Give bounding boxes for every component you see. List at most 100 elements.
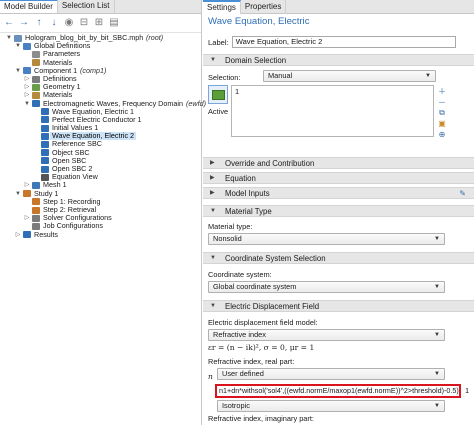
label-field[interactable]: Wave Equation, Electric 2 [231, 36, 456, 48]
chevron-down-icon: ▼ [425, 73, 431, 79]
section-coordinate-system[interactable]: ▼ Coordinate System Selection [203, 252, 474, 264]
move-down-icon[interactable]: ↓ [49, 18, 59, 28]
active-toggle-button[interactable] [208, 85, 228, 104]
left-tabbar: Model Builder Selection List [0, 0, 201, 14]
collapsed-toggle-icon[interactable]: ▷ [23, 214, 31, 222]
tree-item[interactable]: Perfect Electric Conductor 1 [0, 115, 201, 124]
boundary-icon [41, 141, 49, 149]
physics-icon [32, 100, 40, 108]
chevron-down-icon: ▼ [434, 284, 440, 290]
section-equation[interactable]: ▶ Equation [203, 172, 474, 184]
chevron-down-icon: ▼ [434, 371, 440, 377]
study-icon [23, 190, 31, 198]
collapsed-toggle-icon[interactable]: ▷ [23, 181, 31, 189]
coordinate-system-dropdown[interactable]: Global coordinate system ▼ [208, 281, 445, 293]
wave-equation-icon [41, 132, 49, 140]
tree-item[interactable]: Equation View [0, 172, 201, 181]
tree-item[interactable]: Object SBC [0, 148, 201, 157]
section-electric-displacement[interactable]: ▼ Electric Displacement Field [203, 300, 474, 312]
tree-item[interactable]: ▼ Hologram_blog_bit_by_bit_SBC.mph (root) [0, 33, 201, 42]
move-up-icon[interactable]: ↑ [34, 18, 44, 28]
expanded-toggle-icon[interactable]: ▼ [14, 42, 22, 50]
settings-pane: Settings Properties Wave Equation, Elect… [203, 0, 474, 425]
copy-selection-icon[interactable]: ⧉ [437, 108, 447, 118]
refractive-index-unit: 1 [465, 386, 470, 395]
step-icon [32, 206, 40, 214]
expanded-toggle-icon[interactable]: ▼ [5, 34, 13, 42]
collapse-all-icon[interactable]: ⊟ [79, 18, 89, 28]
job-icon [32, 222, 40, 230]
model-builder-toolbar: ← → ↑ ↓ ◉ ⊟ ⊞ ▤ [0, 14, 201, 33]
collapsed-toggle-icon[interactable]: ▷ [14, 231, 22, 239]
component-icon [23, 67, 31, 75]
right-tabbar: Settings Properties [203, 0, 474, 14]
selection-list[interactable]: 1 [231, 85, 434, 137]
chevron-down-icon: ▼ [434, 403, 440, 409]
expanded-arrow-icon: ▼ [210, 255, 216, 261]
material-type-dropdown[interactable]: Nonsolid ▼ [208, 233, 445, 245]
tree-item[interactable]: Job Configurations [0, 222, 201, 230]
tree-item[interactable]: ▼ Component 1 (comp1) [0, 65, 201, 75]
initial-values-icon [41, 124, 49, 132]
material-equation: εr = (n − ik)², σ = 0, μr = 1 [208, 343, 315, 352]
tree-item[interactable]: ▷ Geometry 1 [0, 82, 201, 91]
tree-item[interactable]: ▼ Global Definitions [0, 41, 201, 50]
collapsed-arrow-icon: ▶ [210, 160, 215, 166]
isotropy-dropdown[interactable]: Isotropic ▼ [217, 400, 445, 412]
refractive-index-expression-field[interactable]: n1+dn*withsol('sol4',((ewfd.normE/maxop1… [215, 384, 461, 398]
paste-selection-icon[interactable]: ▣ [437, 119, 447, 128]
material-type-caption: Material type: [208, 222, 253, 231]
expand-all-icon[interactable]: ⊞ [94, 18, 104, 28]
boundary-icon [41, 157, 49, 165]
tree-item[interactable]: Open SBC [0, 156, 201, 165]
tab-model-builder[interactable]: Model Builder [0, 0, 58, 13]
add-to-selection-icon[interactable]: ＋ [437, 86, 447, 97]
section-model-inputs[interactable]: ▶ Model Inputs ✎ [203, 187, 474, 199]
tree-item-tag: (comp1) [80, 65, 107, 75]
expanded-toggle-icon[interactable]: ▼ [14, 67, 22, 75]
selection-dropdown[interactable]: Manual ▼ [263, 70, 436, 82]
remove-from-selection-icon[interactable]: － [437, 97, 447, 108]
expanded-arrow-icon: ▼ [210, 57, 216, 63]
view-options-icon[interactable]: ▤ [109, 18, 119, 28]
globe-icon [23, 42, 31, 50]
tree-item[interactable]: Parameters [0, 50, 201, 58]
collapsed-toggle-icon[interactable]: ▷ [23, 75, 31, 83]
expanded-toggle-icon[interactable]: ▼ [14, 190, 22, 198]
edf-model-caption: Electric displacement field model: [208, 318, 318, 327]
expanded-toggle-icon[interactable]: ▼ [23, 100, 31, 108]
collapsed-toggle-icon[interactable]: ▷ [23, 91, 31, 99]
boundary-icon [41, 149, 49, 157]
edf-model-dropdown[interactable]: Refractive index ▼ [208, 329, 445, 341]
chevron-down-icon: ▼ [434, 332, 440, 338]
boundary-icon [41, 165, 49, 173]
tree-item[interactable]: Reference SBC [0, 140, 201, 148]
tree-item[interactable]: ▷ Mesh 1 [0, 181, 201, 189]
show-icon[interactable]: ◉ [64, 18, 74, 28]
refractive-index-source-dropdown[interactable]: User defined ▼ [217, 368, 445, 380]
chevron-down-icon: ▼ [434, 236, 440, 242]
model-builder-pane: Model Builder Selection List ← → ↑ ↓ ◉ ⊟… [0, 0, 206, 425]
tab-properties[interactable]: Properties [241, 0, 287, 14]
geometry-icon [32, 83, 40, 91]
zoom-to-selection-icon[interactable]: ⊕ [437, 130, 447, 139]
collapsed-arrow-icon: ▶ [210, 190, 215, 196]
forward-icon[interactable]: → [19, 18, 29, 28]
tab-selection-list[interactable]: Selection List [58, 0, 115, 13]
tree-item[interactable]: Step 1: Recording [0, 197, 201, 206]
collapsed-toggle-icon[interactable]: ▷ [23, 83, 31, 91]
collapsed-arrow-icon: ▶ [210, 175, 215, 181]
tab-settings[interactable]: Settings [203, 0, 241, 14]
materials-icon [32, 91, 40, 99]
back-icon[interactable]: ← [4, 18, 14, 28]
edit-pencil-icon[interactable]: ✎ [459, 188, 466, 199]
section-domain-selection[interactable]: ▼ Domain Selection [203, 54, 474, 66]
parameters-icon [32, 50, 40, 58]
tree-item[interactable]: ▷ Results [0, 230, 201, 239]
wave-equation-icon [41, 108, 49, 116]
section-material-type[interactable]: ▼ Material Type [203, 205, 474, 217]
tree-item[interactable]: Open SBC 2 [0, 164, 201, 173]
section-override-contribution[interactable]: ▶ Override and Contribution [203, 157, 474, 169]
tree-item[interactable]: ▷ Definitions [0, 74, 201, 83]
feature-title: Wave Equation, Electric [208, 16, 310, 27]
